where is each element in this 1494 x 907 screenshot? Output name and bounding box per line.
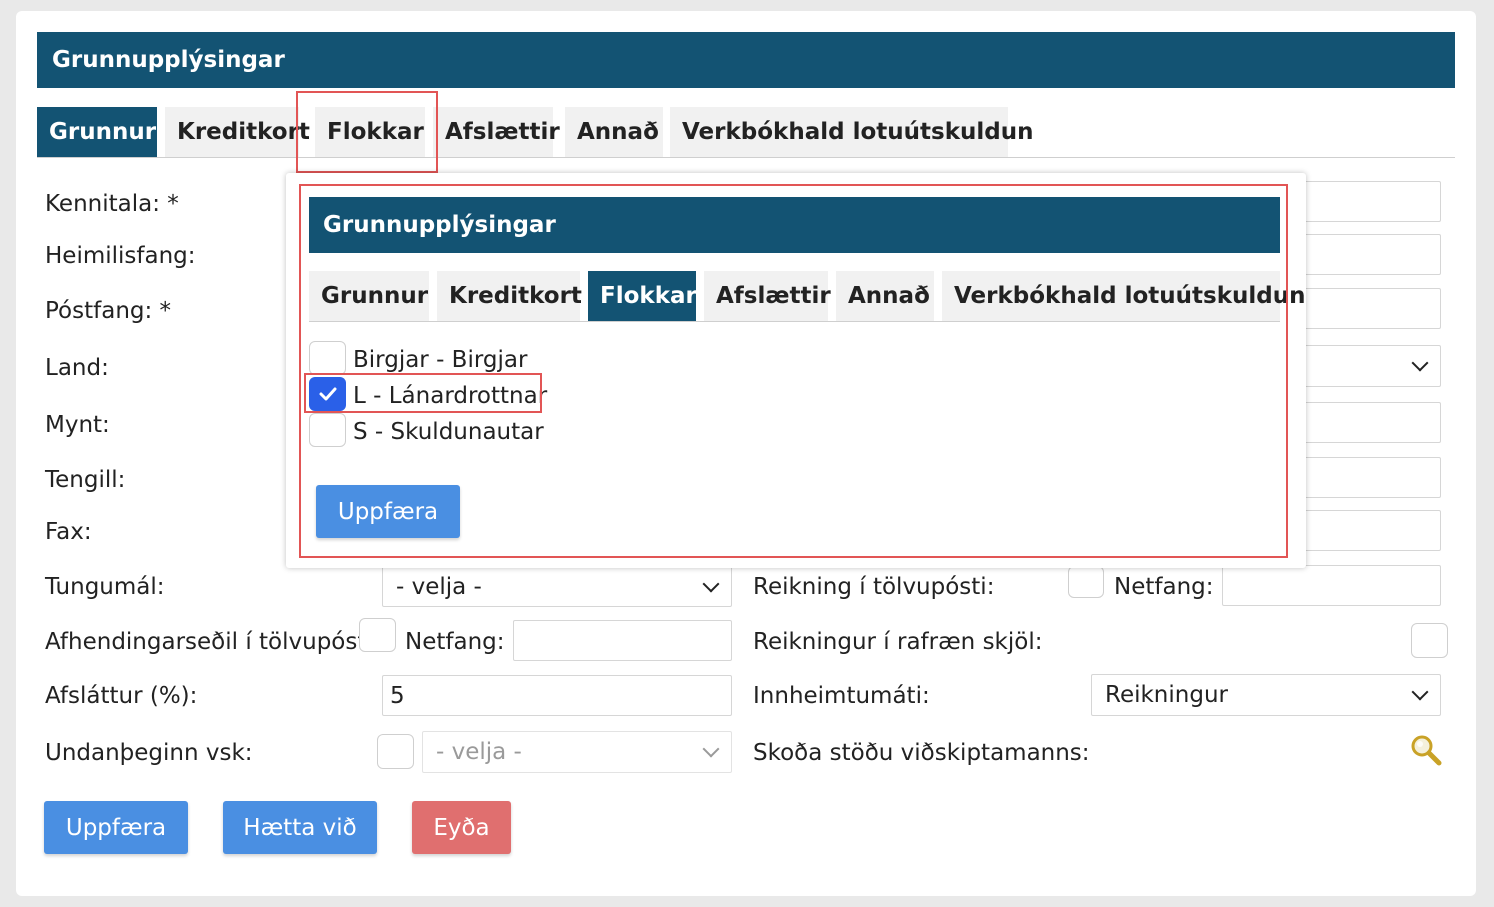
e-invoice-checkbox[interactable] [1411, 623, 1448, 658]
field-right-3[interactable] [1300, 288, 1441, 329]
magnifier-icon[interactable] [1410, 734, 1442, 766]
label-afslattur: Afsláttur (%): [45, 683, 198, 709]
collection-method-select[interactable]: Reikningur [1091, 674, 1441, 716]
invoice-email-checkbox[interactable] [1068, 566, 1104, 598]
chevron-down-icon [1411, 683, 1429, 701]
label-mynt: Mynt: [45, 412, 110, 438]
update-button[interactable]: Uppfæra [44, 801, 188, 854]
field-right-7[interactable] [1300, 510, 1441, 551]
discount-input[interactable]: 5 [382, 675, 732, 716]
field-right-6[interactable] [1300, 457, 1441, 498]
label-afhending-netfang: Netfang: [405, 629, 505, 655]
label-undanthegin: Undanþeginn vsk: [45, 740, 253, 766]
field-right-5[interactable] [1300, 402, 1441, 443]
chevron-down-icon [1411, 354, 1429, 372]
chevron-down-icon [702, 740, 720, 758]
tab-underline [37, 157, 1455, 158]
form-header-title: Grunnupplýsingar [52, 47, 285, 73]
cancel-button[interactable]: Hætta við [223, 801, 377, 854]
label-reikning-tolvuposti: Reikning í tölvupósti: [753, 574, 995, 600]
label-postfang: Póstfang: * [45, 298, 172, 324]
language-select[interactable]: - velja - [382, 566, 732, 607]
chevron-down-icon [702, 575, 720, 592]
tab-kreditkort[interactable]: Kreditkort [165, 107, 310, 157]
highlight-flokkar-tab [296, 91, 438, 173]
label-innheimtumati: Innheimtumáti: [753, 683, 930, 709]
form-header: Grunnupplýsingar [37, 32, 1455, 88]
highlight-popup-panel [299, 184, 1288, 558]
select-right-4[interactable] [1300, 345, 1441, 387]
tab-afslaettir[interactable]: Afslættir [433, 107, 560, 157]
label-land: Land: [45, 355, 109, 381]
label-reikning-netfang: Netfang: [1114, 574, 1214, 600]
tab-annad[interactable]: Annað [565, 107, 663, 157]
label-tungumal: Tungumál: [45, 574, 165, 600]
label-rafraen: Reikningur í rafræn skjöl: [753, 629, 1043, 655]
label-afhending: Afhendingarseðil í tölvupósti: [45, 629, 381, 655]
tab-verkbokhald[interactable]: Verkbókhald lotuútskuldun [670, 107, 1033, 157]
label-heimilisfang: Heimilisfang: [45, 243, 196, 269]
field-right-2[interactable] [1300, 234, 1441, 275]
delivery-email-input[interactable] [513, 620, 732, 661]
vat-exempt-checkbox[interactable] [377, 734, 414, 769]
field-right-1[interactable] [1300, 181, 1441, 222]
delete-button[interactable]: Eyða [412, 801, 511, 854]
form-tabs: Grunnur Kreditkort Flokkar Afslættir Ann… [37, 107, 1455, 158]
invoice-email-input[interactable] [1222, 565, 1441, 606]
label-kennitala: Kennitala: * [45, 191, 179, 217]
label-tengill: Tengill: [45, 467, 126, 493]
label-skoda-stodu: Skoða stöðu viðskiptamanns: [753, 740, 1090, 766]
delivery-email-checkbox[interactable] [359, 618, 396, 652]
tab-grunnur[interactable]: Grunnur [37, 107, 157, 157]
label-fax: Fax: [45, 519, 92, 545]
vat-exempt-select[interactable]: - velja - [422, 731, 732, 773]
